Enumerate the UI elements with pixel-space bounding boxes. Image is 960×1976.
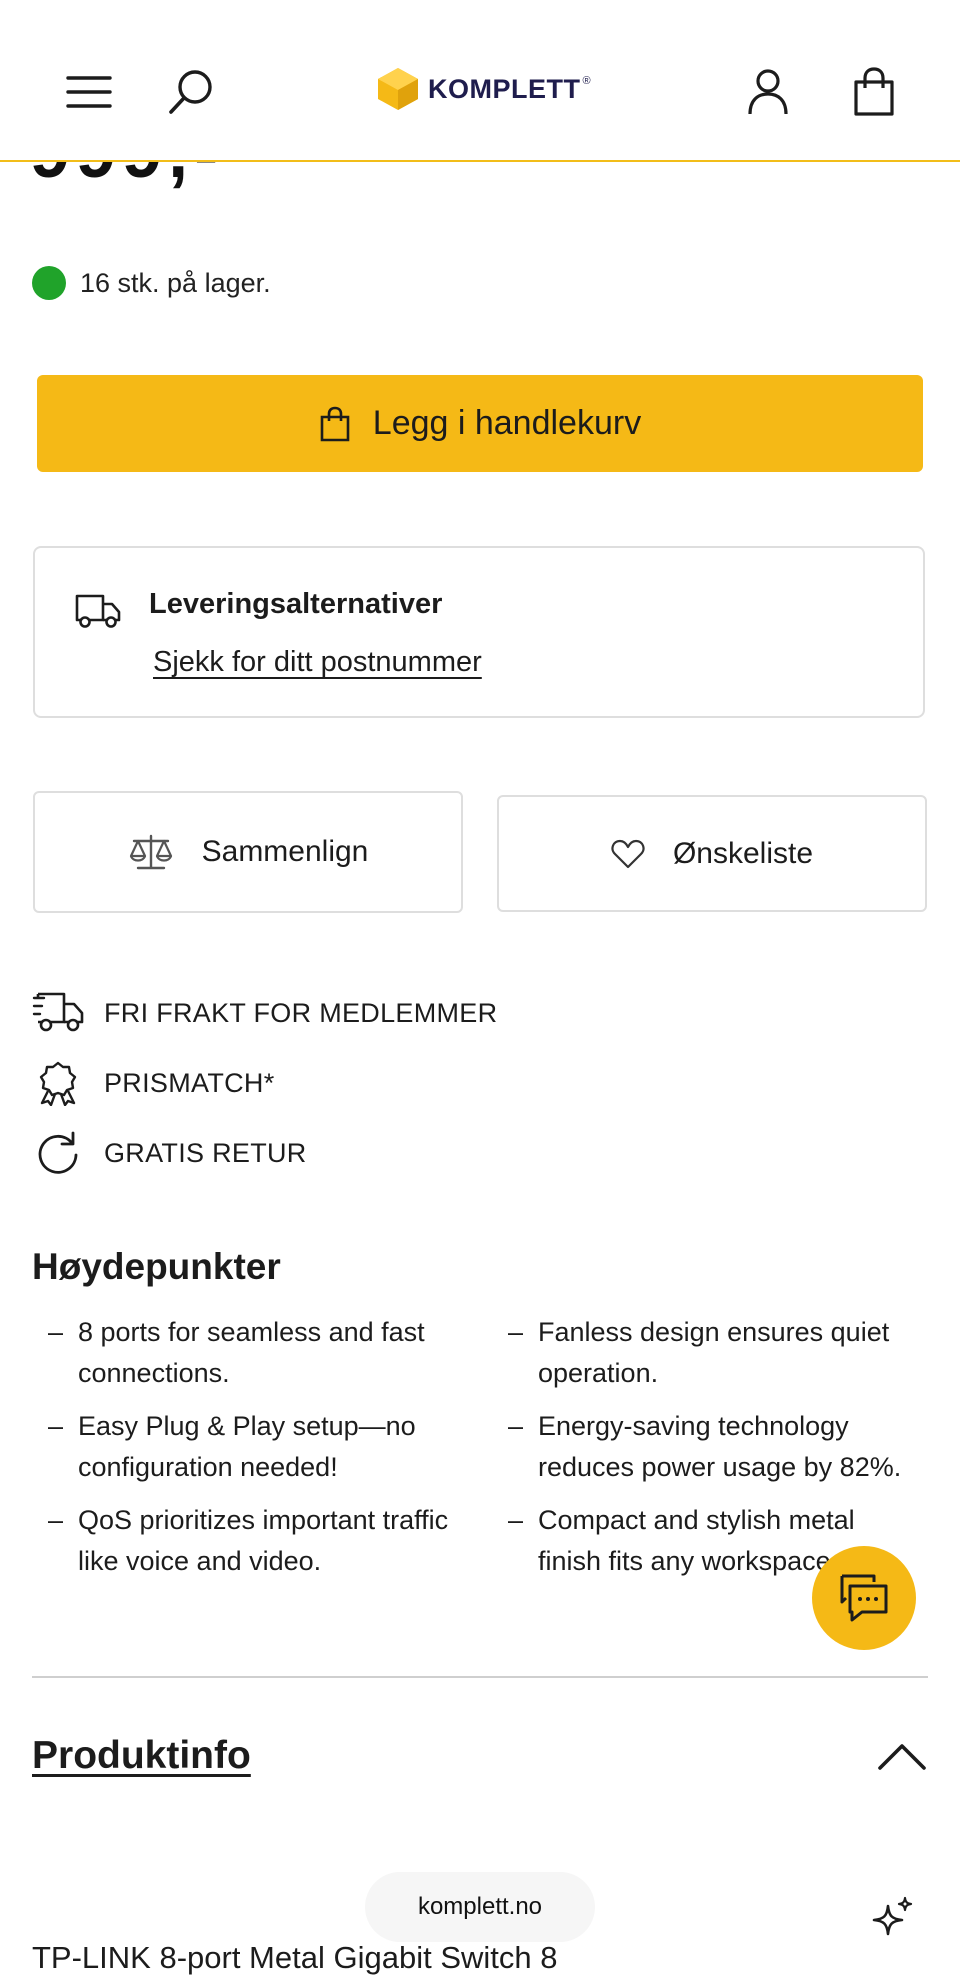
highlight-item: – Energy-saving technology reduces power … (508, 1411, 902, 1482)
sparkles-icon[interactable] (868, 1896, 916, 1944)
fast-truck-icon (32, 992, 84, 1032)
browser-url-pill[interactable]: komplett.no (365, 1872, 595, 1942)
heart-icon (611, 839, 645, 868)
product-info-accordion-title[interactable]: Produktinfo (32, 1734, 251, 1778)
delivery-title: Leveringsalternativer (149, 588, 443, 620)
highlight-item: –8 ports for seamless and fast connectio… (48, 1317, 425, 1388)
user-icon[interactable] (742, 66, 794, 118)
perk-free-shipping: FRI FRAKT FOR MEDLEMMER (32, 990, 497, 1036)
logo-text: KOMPLETT (428, 73, 581, 104)
perk-free-returns: GRATIS RETUR (32, 1130, 307, 1176)
scale-icon (129, 834, 172, 870)
stock-dot (32, 266, 66, 300)
stock-status: 16 stk. på lager. (32, 266, 271, 300)
highlight-item: – Easy Plug & Play setup—no configuration… (48, 1411, 416, 1482)
section-divider (32, 1676, 928, 1678)
highlights-title: Høydepunkter (32, 1246, 281, 1287)
shopping-bag-icon (320, 406, 350, 441)
perk-label: PRISMATCH* (104, 1067, 275, 1098)
stock-text: 16 stk. på lager. (80, 267, 271, 298)
menu-icon[interactable] (64, 66, 116, 118)
chat-bubbles-icon (840, 1574, 888, 1622)
check-postcode-link[interactable]: Sjekk for ditt postnummer (153, 646, 482, 679)
wishlist-label: Ønskeliste (672, 836, 814, 870)
wishlist-button[interactable]: Ønskeliste (497, 795, 927, 912)
search-icon[interactable] (166, 66, 218, 118)
registered-mark: ® (582, 75, 591, 87)
highlights-left-column: –8 ports for seamless and fast connectio… (32, 1312, 452, 1594)
site-header: KOMPLETT ® (0, 0, 960, 162)
chat-button[interactable] (812, 1546, 916, 1650)
highlight-item: – QoS prioritizes important traffic like … (48, 1505, 449, 1576)
refresh-icon (38, 1131, 78, 1174)
komplett-logo-icon (378, 68, 418, 110)
award-ribbon-icon (39, 1061, 77, 1106)
add-to-cart-button[interactable]: Legg i handlekurv (37, 375, 923, 472)
delivery-options-card: Leveringsalternativer Sjekk for ditt pos… (33, 546, 925, 718)
add-to-cart-label: Legg i handlekurv (372, 404, 642, 442)
highlight-item: – Fanless design ensures quiet operation. (508, 1317, 890, 1388)
perk-label: FRI FRAKT FOR MEDLEMMER (104, 997, 498, 1028)
perk-label: GRATIS RETUR (104, 1137, 307, 1168)
shopping-bag-icon[interactable] (848, 66, 900, 118)
perk-price-match: PRISMATCH* (32, 1060, 275, 1106)
chevron-up-icon[interactable] (876, 1738, 928, 1774)
truck-icon (75, 594, 121, 628)
compare-button[interactable]: Sammenlign (33, 791, 463, 913)
compare-label: Sammenlign (201, 835, 369, 868)
product-title: TP-LINK 8-port Metal Gigabit Switch 8 (32, 1940, 558, 1975)
logo[interactable]: KOMPLETT ® (376, 64, 591, 114)
